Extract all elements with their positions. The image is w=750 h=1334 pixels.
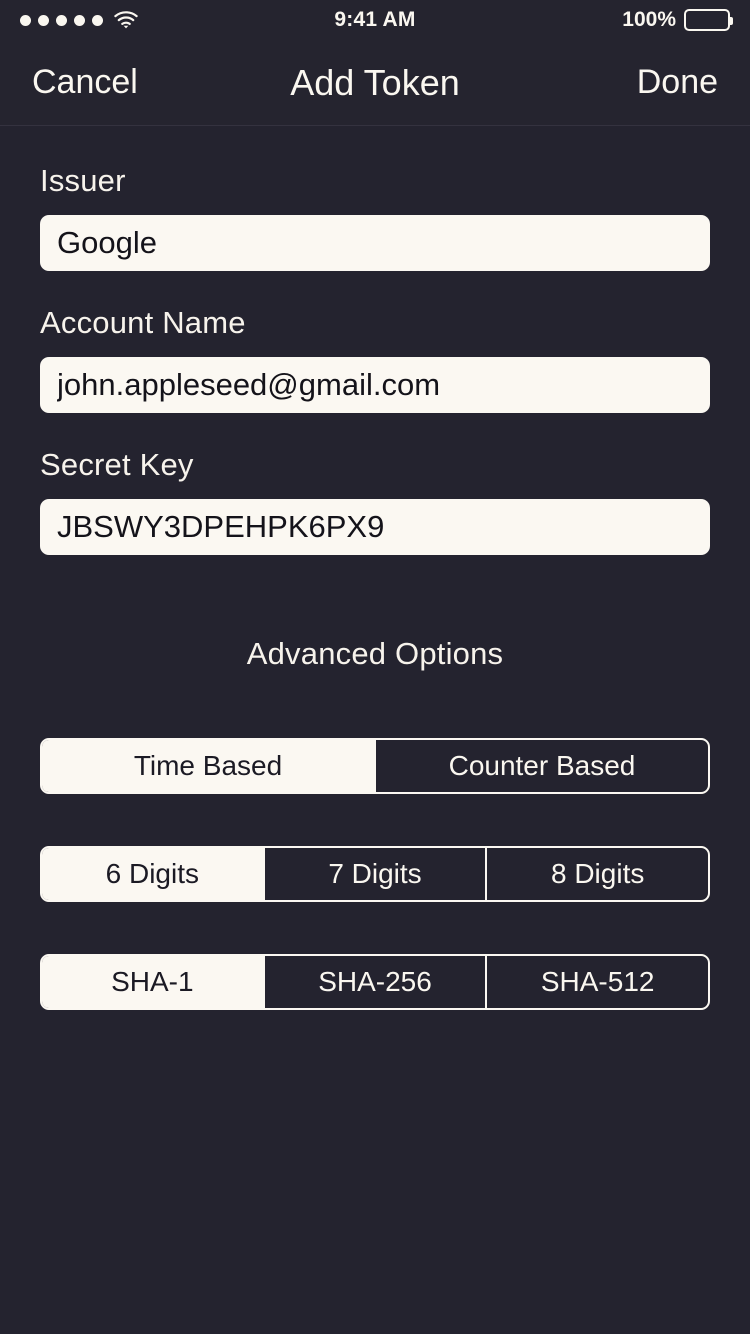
battery-icon xyxy=(684,9,733,31)
issuer-input[interactable] xyxy=(40,215,710,271)
status-bar: 9:41 AM 100% xyxy=(0,0,750,40)
segment-sha-512[interactable]: SHA-512 xyxy=(485,956,708,1008)
segment-7-digits[interactable]: 7 Digits xyxy=(262,848,486,900)
account-name-input[interactable] xyxy=(40,357,710,413)
segment-6-digits[interactable]: 6 Digits xyxy=(42,848,263,900)
done-button[interactable]: Done xyxy=(460,63,718,102)
advanced-options-title: Advanced Options xyxy=(246,636,504,671)
secret-key-input[interactable] xyxy=(40,499,710,555)
secret-key-label: Secret Key xyxy=(40,447,194,482)
status-bar-clock: 9:41 AM xyxy=(334,8,416,31)
cancel-button[interactable]: Cancel xyxy=(32,63,290,102)
account-name-label: Account Name xyxy=(40,305,246,340)
segment-counter-based[interactable]: Counter Based xyxy=(374,740,708,792)
account-name-field-group: Account Name xyxy=(40,307,710,413)
wifi-icon xyxy=(114,11,138,29)
digit-count-segmented-control[interactable]: 6 Digits 7 Digits 8 Digits xyxy=(40,846,710,902)
segment-8-digits[interactable]: 8 Digits xyxy=(485,848,708,900)
issuer-field-group: Issuer xyxy=(40,165,710,271)
hash-algorithm-segmented-control[interactable]: SHA-1 SHA-256 SHA-512 xyxy=(40,954,710,1010)
navigation-bar: Cancel Add Token Done xyxy=(0,40,750,126)
status-bar-left xyxy=(20,11,334,29)
segment-sha-256[interactable]: SHA-256 xyxy=(262,956,486,1008)
status-bar-right: 100% xyxy=(416,8,733,32)
page-title: Add Token xyxy=(290,61,460,103)
app-screen: 9:41 AM 100% Cancel Add Token Done Issue… xyxy=(0,0,750,1334)
issuer-label: Issuer xyxy=(40,163,126,198)
cellular-signal-icon xyxy=(20,14,103,26)
battery-percent-label: 100% xyxy=(622,8,676,31)
segment-sha-1[interactable]: SHA-1 xyxy=(42,956,263,1008)
token-type-segmented-control[interactable]: Time Based Counter Based xyxy=(40,738,710,794)
add-token-form: Issuer Account Name Secret Key Advanced … xyxy=(0,127,750,1334)
segment-time-based[interactable]: Time Based xyxy=(42,740,374,792)
secret-key-field-group: Secret Key xyxy=(40,449,710,555)
